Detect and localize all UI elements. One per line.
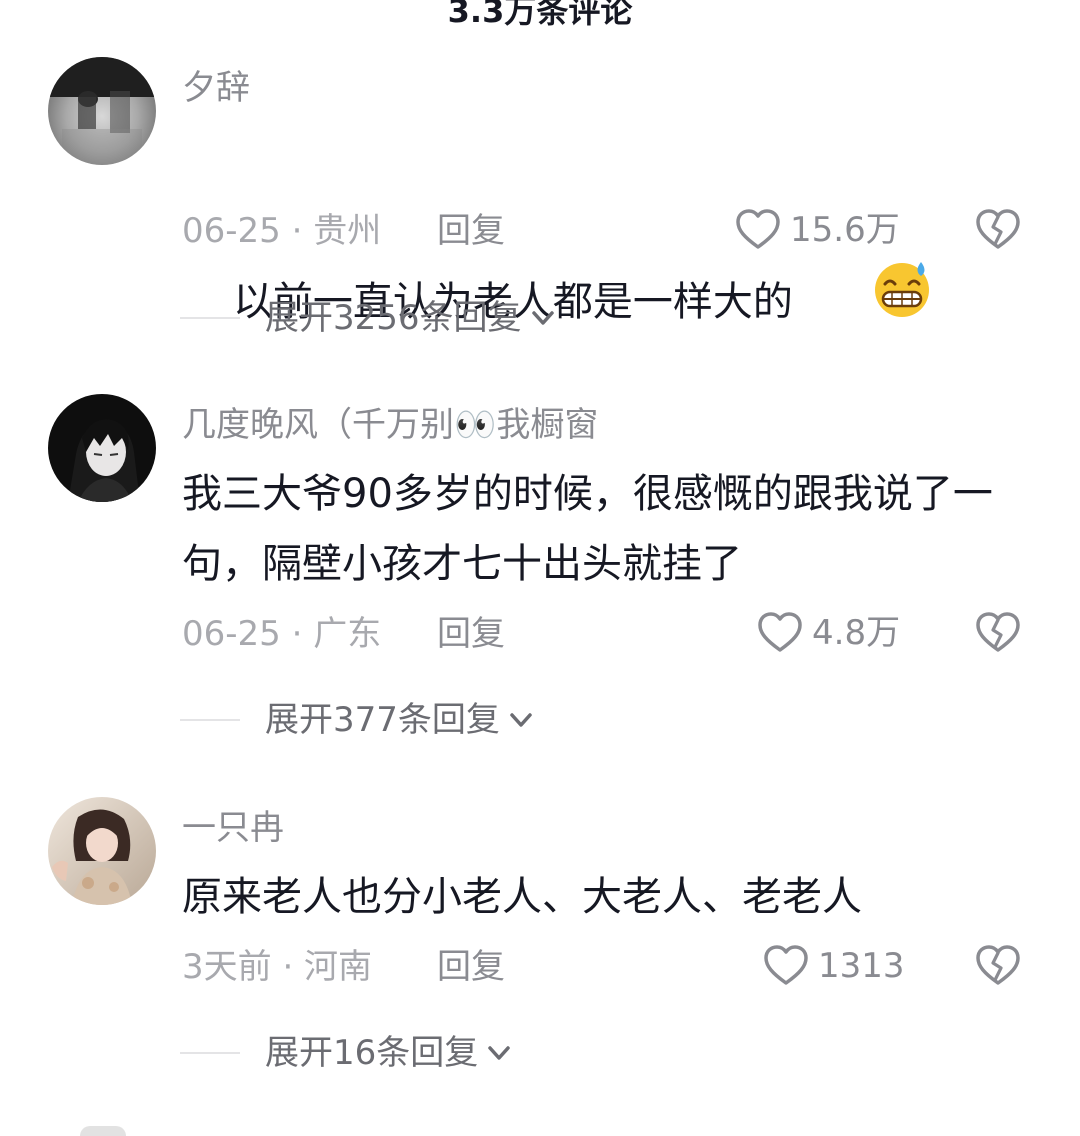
next-comment-avatar-peek <box>80 1126 126 1136</box>
heart-outline-icon <box>736 209 780 249</box>
chevron-down-icon <box>531 311 554 325</box>
divider-line <box>180 317 240 319</box>
like-button[interactable]: 4.8万 <box>756 609 900 657</box>
username[interactable]: 夕辞 <box>182 68 250 108</box>
avatar[interactable] <box>48 394 156 502</box>
comments-count-title: 3.3万条评论 <box>447 0 633 30</box>
like-button[interactable]: 1313 <box>762 942 905 990</box>
expand-replies-button[interactable]: 展开3256条回复 <box>180 298 558 338</box>
expand-replies-label: 展开377条回复 <box>265 700 500 740</box>
expand-replies-button[interactable]: 展开377条回复 <box>180 700 536 740</box>
expand-replies-button[interactable]: 展开16条回复 <box>180 1033 514 1073</box>
reply-button[interactable]: 回复 <box>437 947 505 987</box>
comment-text: 我三大爷90多岁的时候，很感慨的跟我说了一句，隔壁小孩才七十出头就挂了 <box>182 471 993 587</box>
avatar[interactable] <box>48 57 156 165</box>
divider-line <box>180 1052 240 1054</box>
reply-button[interactable]: 回复 <box>437 211 505 251</box>
chevron-down-icon <box>510 713 532 727</box>
username[interactable]: 几度晚风（千万别👀我橱窗 <box>182 405 598 445</box>
like-button[interactable]: 15.6万 <box>734 206 900 254</box>
like-count: 1313 <box>818 946 905 986</box>
chevron-down-icon <box>488 1046 511 1060</box>
comment-date-location: 3天前 · 河南 <box>182 947 373 987</box>
broken-heart-icon <box>976 209 1020 249</box>
broken-heart-icon <box>976 612 1020 652</box>
expand-replies-label: 展开3256条回复 <box>265 298 522 338</box>
heart-outline-icon <box>758 612 802 652</box>
comment-date-location: 06-25 · 贵州 <box>182 211 382 251</box>
avatar[interactable] <box>48 797 156 905</box>
dislike-button[interactable] <box>974 942 1022 990</box>
heart-outline-icon <box>764 945 808 985</box>
dislike-button[interactable] <box>974 609 1022 657</box>
broken-heart-icon <box>976 945 1020 985</box>
dislike-button[interactable] <box>974 206 1022 254</box>
comment-date-location: 06-25 · 广东 <box>182 614 382 654</box>
reply-button[interactable]: 回复 <box>437 614 505 654</box>
expand-replies-label: 展开16条回复 <box>265 1033 479 1073</box>
comment-text: 原来老人也分小老人、大老人、老老人 <box>182 874 862 920</box>
like-count: 4.8万 <box>812 613 901 653</box>
like-count: 15.6万 <box>790 210 900 250</box>
username[interactable]: 一只冉 <box>182 808 284 848</box>
divider-line <box>180 719 240 721</box>
